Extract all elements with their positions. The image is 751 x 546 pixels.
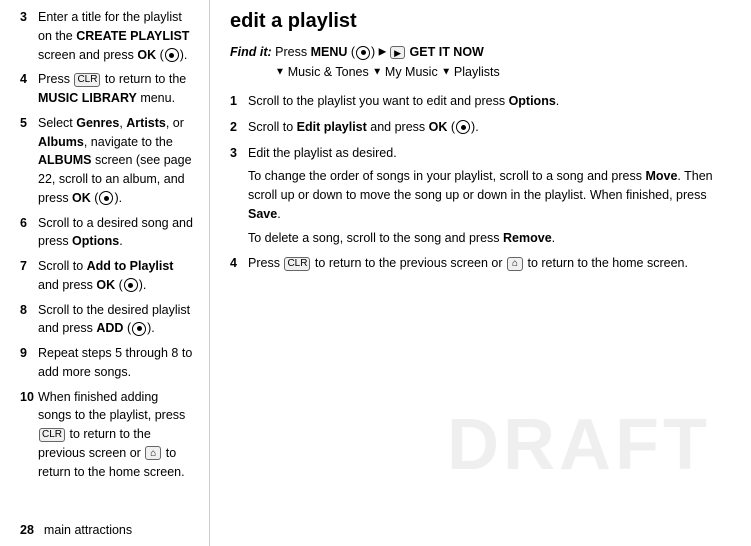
- clr-icon-right: CLR: [284, 257, 310, 271]
- down-arrow-2: ▼: [372, 67, 385, 78]
- nav-playlists: Playlists: [454, 65, 500, 79]
- right-step-3: 3 Edit the playlist as desired. To chang…: [230, 144, 731, 248]
- footer-label: main attractions: [44, 521, 132, 540]
- ok-circle-icon-2: [99, 191, 113, 205]
- left-column: 3 Enter a title for the playlist on the …: [0, 0, 210, 546]
- find-it-line: Find it: Press MENU () ▶ ▶ GET IT NOW ▼ …: [230, 42, 731, 82]
- left-step-10: 10 When finished adding songs to the pla…: [20, 388, 195, 482]
- nav-my-music: My Music: [385, 65, 438, 79]
- right-steps-list: 1 Scroll to the playlist you want to edi…: [230, 92, 731, 273]
- clr-icon-2: CLR: [39, 428, 65, 442]
- add-circle-icon: [132, 322, 146, 336]
- home-icon: ⌂: [145, 446, 161, 460]
- page-title: edit a playlist: [230, 6, 731, 36]
- menu-label: MENU: [311, 45, 348, 59]
- right-column: edit a playlist Find it: Press MENU () ▶…: [210, 0, 751, 546]
- left-step-3: 3 Enter a title for the playlist on the …: [20, 8, 195, 64]
- right-step-2: 2 Scroll to Edit playlist and press OK (…: [230, 118, 731, 137]
- page-number: 28: [20, 521, 34, 540]
- left-step-8: 8 Scroll to the desired playlist and pre…: [20, 301, 195, 339]
- left-step-5: 5 Select Genres, Artists, or Albums, nav…: [20, 114, 195, 208]
- ok-circle-icon: [165, 48, 179, 62]
- left-step-4: 4 Press CLR to return to the MUSIC LIBRA…: [20, 70, 195, 108]
- ok-circle-icon-3: [124, 278, 138, 292]
- down-arrow-3: ▼: [441, 67, 454, 78]
- press-text: Press: [275, 45, 310, 59]
- menu-circle-icon: [356, 46, 370, 60]
- left-step-7: 7 Scroll to Add to Playlist and press OK…: [20, 257, 195, 295]
- left-steps-list: 3 Enter a title for the playlist on the …: [20, 8, 195, 481]
- nav-music-tones: Music & Tones: [288, 65, 369, 79]
- left-step-9: 9 Repeat steps 5 through 8 to add more s…: [20, 344, 195, 382]
- right-step-3-sub2: To delete a song, scroll to the song and…: [248, 229, 731, 248]
- ok-circle-icon-right: [456, 120, 470, 134]
- right-step-3-sub1: To change the order of songs in your pla…: [248, 167, 731, 223]
- home-icon-right: ⌂: [507, 257, 523, 271]
- get-it-now-icon: ▶: [390, 46, 405, 59]
- clr-icon: CLR: [74, 73, 100, 87]
- get-it-now-label: GET IT NOW: [410, 45, 484, 59]
- right-arrow-icon: ▶: [379, 47, 389, 58]
- left-step-6: 6 Scroll to a desired song and press Opt…: [20, 214, 195, 252]
- find-it-label: Find it:: [230, 45, 272, 59]
- right-step-1: 1 Scroll to the playlist you want to edi…: [230, 92, 731, 111]
- down-arrow-1: ▼: [275, 67, 288, 78]
- right-step-4: 4 Press CLR to return to the previous sc…: [230, 254, 731, 273]
